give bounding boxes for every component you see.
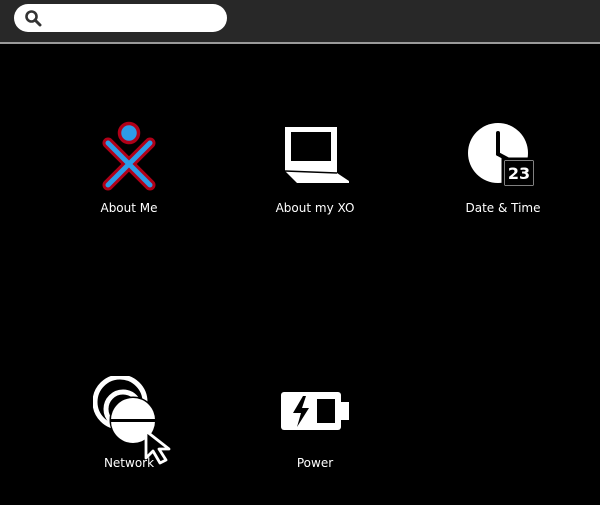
power-item[interactable]: Power: [235, 376, 395, 486]
search-icon: [25, 10, 42, 27]
power-label: Power: [296, 456, 334, 470]
about-xo-label: About my XO: [275, 201, 355, 215]
control-panel-grid: About Me About my XO 23 Date & Time Netw…: [0, 46, 600, 505]
laptop-icon: [284, 127, 349, 183]
search-input[interactable]: [48, 8, 218, 28]
about-me-item[interactable]: About Me: [49, 121, 209, 231]
date-time-label: Date & Time: [465, 201, 541, 215]
about-xo-item[interactable]: About my XO: [235, 121, 395, 231]
network-label: Network: [103, 456, 155, 470]
battery-icon: [281, 392, 349, 430]
xo-person-icon: [102, 121, 156, 191]
date-time-item[interactable]: 23 Date & Time: [423, 121, 583, 231]
clock-icon: 23: [468, 123, 537, 189]
toolbar: [0, 0, 600, 44]
about-me-label: About Me: [100, 201, 158, 215]
search-box[interactable]: [14, 4, 227, 32]
calendar-day: 23: [508, 164, 530, 183]
network-item[interactable]: Network: [49, 376, 209, 486]
network-icon: [93, 376, 157, 444]
